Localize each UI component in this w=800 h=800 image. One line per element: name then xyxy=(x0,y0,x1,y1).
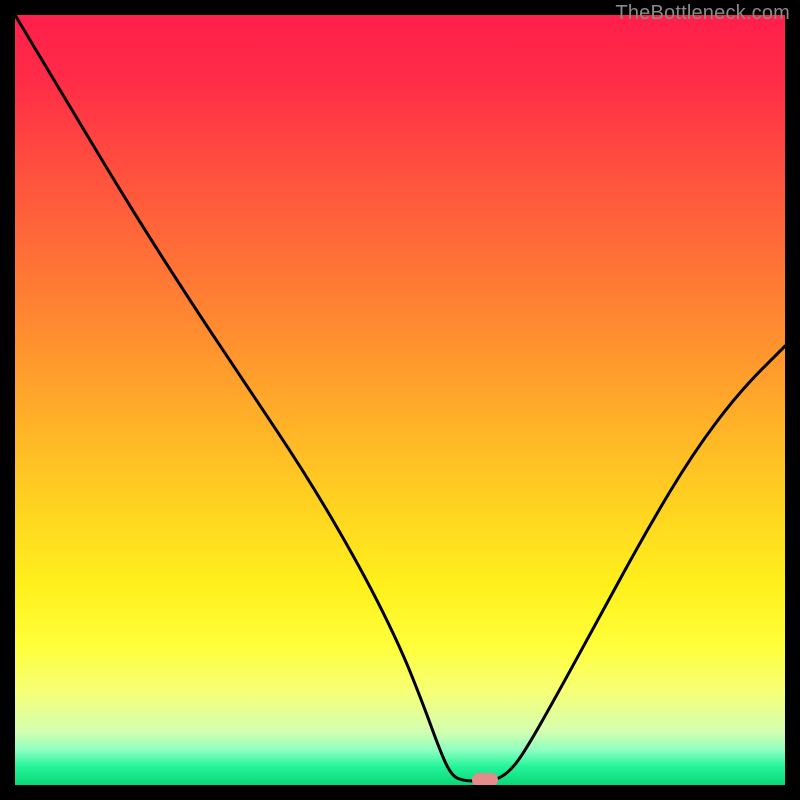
plot-area xyxy=(15,15,785,785)
optimal-marker xyxy=(472,773,498,785)
chart-frame: TheBottleneck.com xyxy=(0,0,800,800)
gradient-background xyxy=(15,15,785,785)
watermark-text: TheBottleneck.com xyxy=(615,2,790,25)
